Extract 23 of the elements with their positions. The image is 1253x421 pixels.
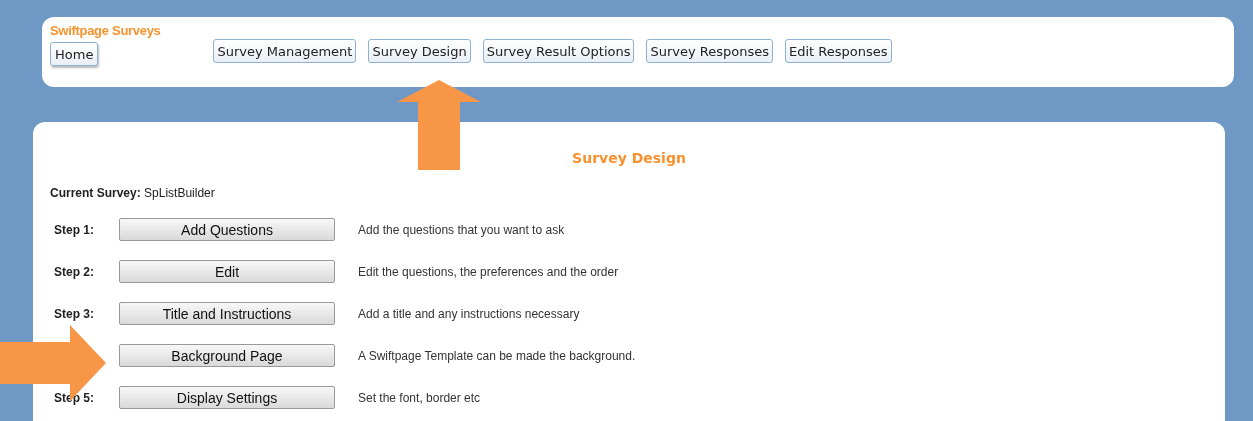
- current-survey-text: Current Survey: SpListBuilder: [50, 186, 216, 200]
- step-button[interactable]: Edit: [119, 260, 335, 283]
- nav-button[interactable]: Survey Design: [368, 39, 471, 63]
- step-label: Step 1:: [54, 222, 94, 237]
- step-button[interactable]: Add Questions: [119, 218, 335, 241]
- page-title: Survey Design: [571, 150, 687, 166]
- step-description: Set the font, border etc: [358, 390, 481, 405]
- step-description: Add the questions that you want to ask: [358, 222, 565, 237]
- nav-button[interactable]: Survey Responses: [646, 39, 773, 63]
- step-button[interactable]: Background Page: [119, 344, 335, 367]
- step-button[interactable]: Title and Instructions: [119, 302, 335, 325]
- step-description: Edit the questions, the preferences and the order: [358, 264, 619, 279]
- nav-button[interactable]: Edit Responses: [785, 39, 892, 63]
- step-button[interactable]: Display Settings: [119, 386, 335, 409]
- nav-button[interactable]: Survey Result Options: [482, 39, 635, 63]
- step-description: A Swiftpage Template can be made the background.: [358, 348, 636, 363]
- home-button[interactable]: Home: [50, 42, 99, 66]
- nav-button[interactable]: Survey Management: [213, 39, 357, 63]
- app-title: Swiftpage Surveys: [50, 23, 162, 38]
- step-label: Step 3:: [54, 306, 94, 321]
- step-label: Step 2:: [54, 264, 94, 279]
- arrow-icon: [397, 80, 481, 170]
- step-description: Add a title and any instructions necessary: [358, 306, 580, 321]
